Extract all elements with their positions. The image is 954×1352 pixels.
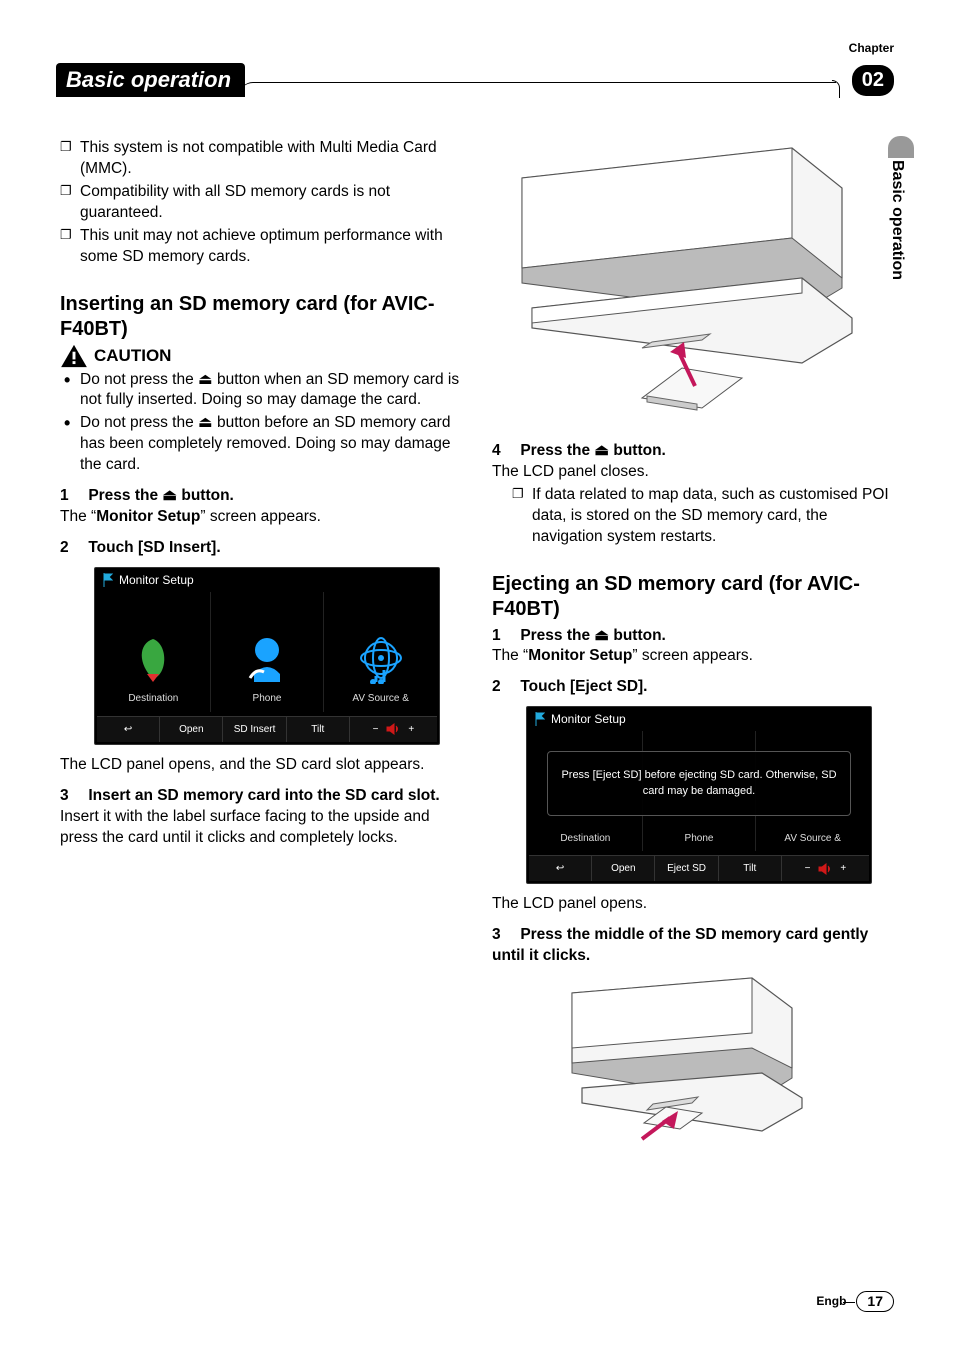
ms-eject-sd-button[interactable]: Eject SD (655, 856, 718, 881)
side-tab-cap (888, 136, 914, 158)
step-heading: Touch [Eject SD]. (520, 678, 647, 695)
speaker-icon (386, 723, 400, 735)
ms-back-button[interactable]: ↩ (97, 717, 160, 742)
page-footer: Engb 17 (816, 1291, 894, 1312)
note-item: This system is not compatible with Multi… (80, 138, 462, 180)
after-screenshot-text: The LCD panel opens, and the SD card slo… (60, 755, 462, 776)
flag-icon (103, 573, 113, 587)
step-note: If data related to map data, such as cus… (492, 485, 894, 548)
caution-list: Do not press the ⏏ button when an SD mem… (60, 370, 462, 477)
step-heading: Press the middle of the SD memory card g… (492, 926, 868, 964)
ms-volume[interactable]: − + (350, 717, 437, 742)
step-3: 3 Insert an SD memory card into the SD c… (60, 786, 462, 849)
step-number: 2 (492, 677, 516, 698)
ms-tilt-button[interactable]: Tilt (719, 856, 782, 881)
page-header: Basic operation 02 (60, 62, 894, 98)
warning-icon (60, 344, 88, 368)
ms-cell-phone: Phone (211, 592, 325, 712)
note-item: This unit may not achieve optimum perfor… (80, 226, 462, 268)
header-rule-cap (832, 80, 840, 98)
step-body: Insert it with the label surface facing … (60, 807, 462, 849)
step-4: 4 Press the ⏏ button. The LCD panel clos… (492, 441, 894, 548)
device-insert-illustration (492, 138, 862, 428)
side-tab: Basic operation (886, 160, 908, 280)
caution-row: CAUTION (60, 344, 462, 368)
step-1: 1 Press the ⏏ button. The “Monitor Setup… (60, 486, 462, 528)
note-item: Compatibility with all SD memory cards i… (80, 182, 462, 224)
ms-titlebar: Monitor Setup (95, 568, 439, 592)
chapter-number-badge: 02 (852, 65, 894, 96)
speaker-icon (818, 863, 832, 875)
ms-warning-dialog: Press [Eject SD] before ejecting SD card… (547, 751, 851, 816)
step-number: 3 (492, 925, 516, 946)
eject-step-1: 1 Press the ⏏ button. The “Monitor Setup… (492, 626, 894, 668)
monitor-setup-screenshot-eject: Monitor Setup Destination Phone AV Sourc… (526, 706, 872, 884)
header-rule (239, 82, 836, 96)
flag-icon (535, 712, 545, 726)
ms-volume[interactable]: − + (782, 856, 869, 881)
step-heading: Press the ⏏ button. (520, 442, 666, 459)
ms-bottom-bar: ↩ Open SD Insert Tilt − + (97, 716, 437, 742)
right-column: 4 Press the ⏏ button. The LCD panel clos… (492, 138, 894, 1166)
step-number: 1 (60, 486, 84, 507)
ms-cell-avsource: AV Source & (324, 592, 437, 712)
step-2: 2 Touch [SD Insert]. (60, 538, 462, 559)
destination-icon (133, 634, 173, 684)
footer-lang: Engb (816, 1293, 846, 1309)
ms-cell-destination: Destination (97, 592, 211, 712)
page-number: 17 (856, 1291, 894, 1312)
ms-tilt-button[interactable]: Tilt (287, 717, 350, 742)
caution-item: Do not press the ⏏ button before an SD m… (80, 413, 462, 476)
caution-label: CAUTION (94, 345, 171, 368)
step-heading: Insert an SD memory card into the SD car… (88, 787, 439, 804)
step-body: The “Monitor Setup” screen appears. (60, 507, 462, 528)
chapter-label: Chapter (849, 40, 894, 56)
av-source-icon (358, 634, 404, 684)
eject-step-3: 3 Press the middle of the SD memory card… (492, 925, 894, 967)
ms-bottom-bar: ↩ Open Eject SD Tilt − + (529, 855, 869, 881)
device-eject-illustration (552, 973, 812, 1153)
compat-notes-list: This system is not compatible with Multi… (60, 138, 462, 268)
step-heading: Touch [SD Insert]. (88, 539, 220, 556)
eject-step-2: 2 Touch [Eject SD]. (492, 677, 894, 698)
heading-inserting-sd: Inserting an SD memory card (for AVIC-F4… (60, 292, 462, 342)
ms-open-button[interactable]: Open (592, 856, 655, 881)
step-body: The LCD panel closes. (492, 462, 894, 483)
ms-sd-insert-button[interactable]: SD Insert (223, 717, 286, 742)
after-screenshot-text: The LCD panel opens. (492, 894, 894, 915)
step-number: 3 (60, 786, 84, 807)
section-title: Basic operation (56, 63, 245, 97)
monitor-setup-screenshot-insert: Monitor Setup Destination (94, 567, 440, 745)
ms-open-button[interactable]: Open (160, 717, 223, 742)
ms-back-button[interactable]: ↩ (529, 856, 592, 881)
caution-item: Do not press the ⏏ button when an SD mem… (80, 370, 462, 412)
step-number: 4 (492, 441, 516, 462)
step-body: The “Monitor Setup” screen appears. (492, 646, 894, 667)
ms-titlebar: Monitor Setup (527, 707, 871, 731)
step-heading: Press the ⏏ button. (520, 627, 666, 644)
step-number: 1 (492, 626, 516, 647)
left-column: This system is not compatible with Multi… (60, 138, 462, 1166)
step-heading: Press the ⏏ button. (88, 487, 234, 504)
step-number: 2 (60, 538, 84, 559)
heading-ejecting-sd: Ejecting an SD memory card (for AVIC-F40… (492, 572, 894, 622)
phone-icon (244, 634, 290, 684)
ms-body: Destination Phone (97, 592, 437, 712)
